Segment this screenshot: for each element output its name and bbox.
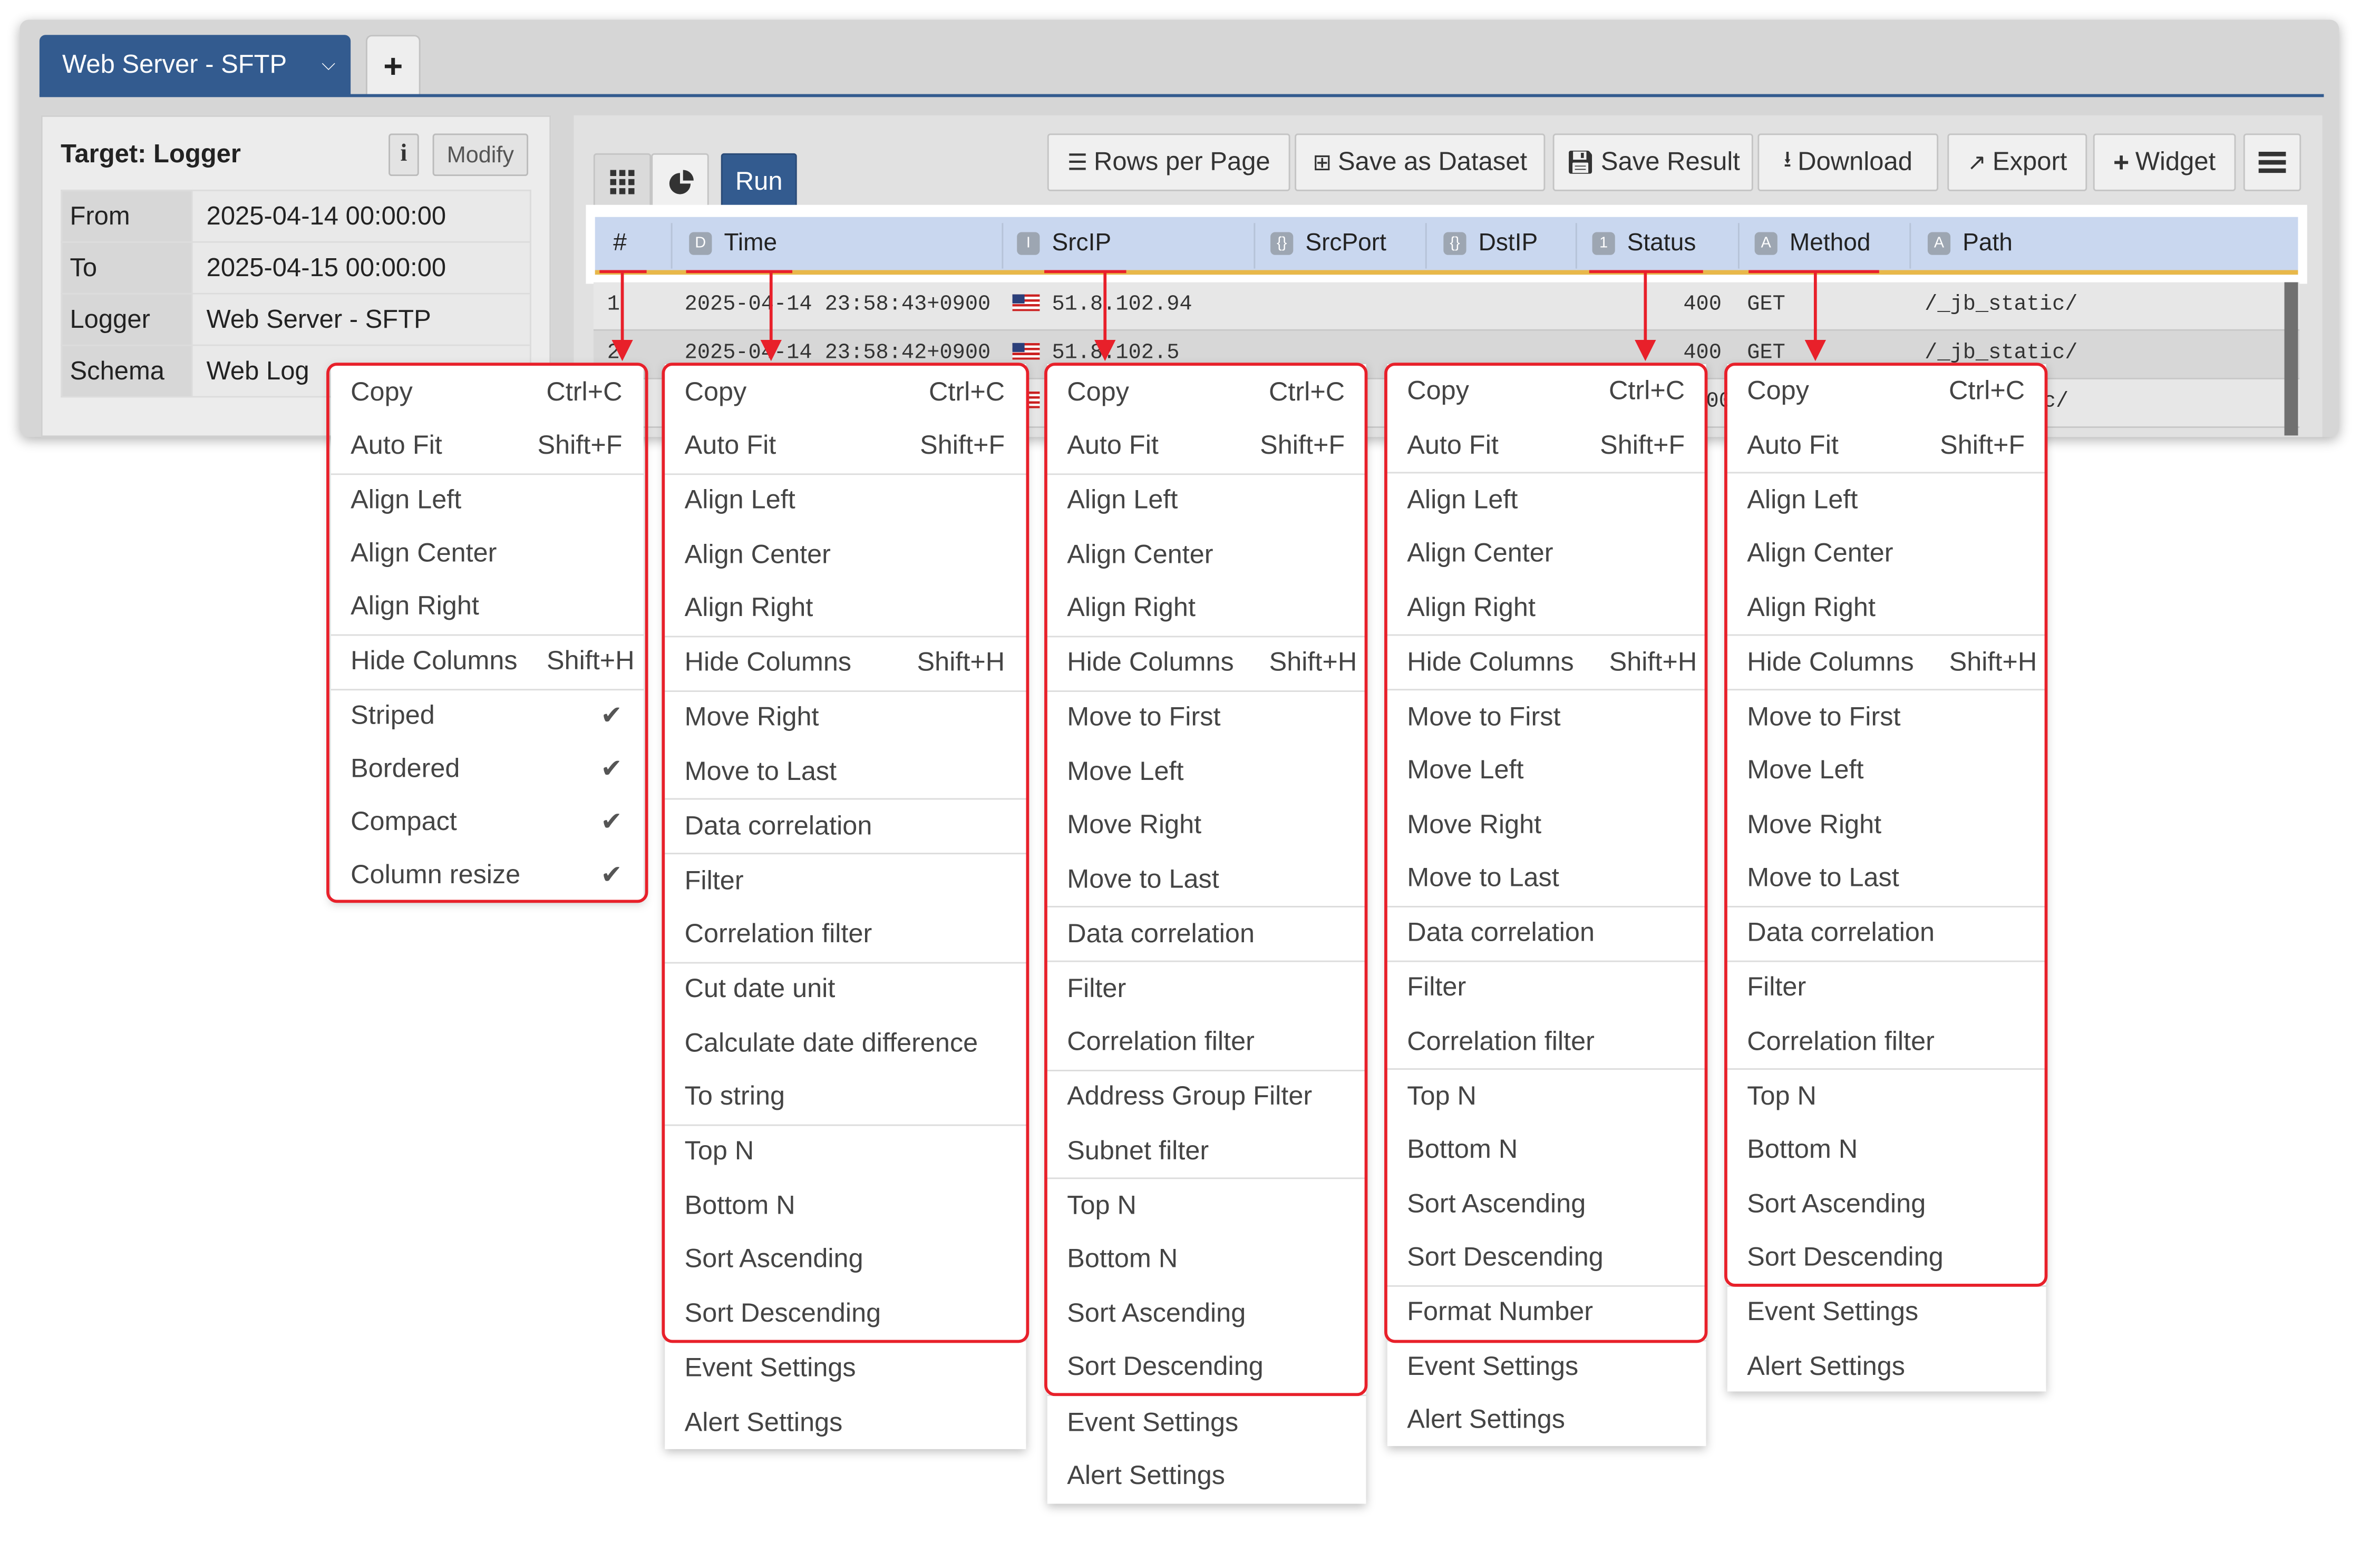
arrowhead-method <box>1804 339 1826 362</box>
screenshot-stage: Web Server - SFTP ⌵ + Target: Logger i M… <box>0 0 2380 1543</box>
arrowhead-srcip <box>1094 339 1116 362</box>
annotation-arrows <box>599 270 1879 362</box>
arrowhead-time <box>760 339 782 362</box>
arrowhead-num <box>611 339 633 362</box>
arrowhead-status <box>1635 339 1656 362</box>
